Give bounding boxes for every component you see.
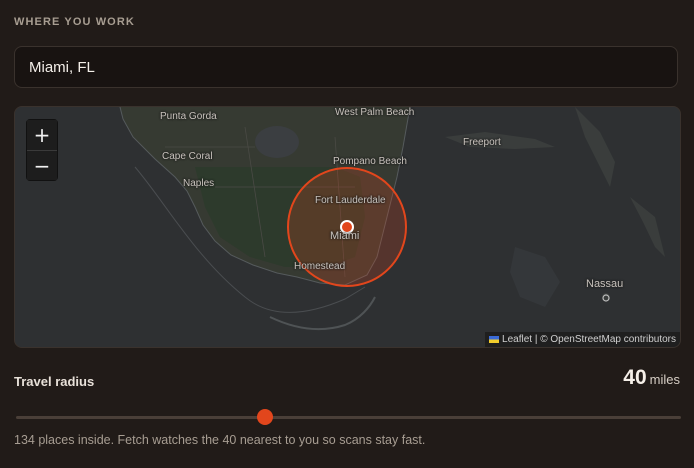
- zoom-in-button[interactable]: +: [27, 120, 57, 150]
- radius-unit: miles: [649, 372, 680, 387]
- place-label-nassau: Nassau: [586, 278, 624, 290]
- travel-radius-value: 40 miles: [623, 366, 680, 390]
- travel-radius-label: Travel radius: [14, 374, 95, 389]
- place-label-miami: Miami: [330, 230, 360, 242]
- place-label-west-palm-beach: West Palm Beach: [335, 107, 415, 118]
- travel-radius-slider[interactable]: [16, 409, 681, 427]
- location-input[interactable]: [14, 46, 678, 88]
- osm-attribution-link[interactable]: © OpenStreetMap contributors: [540, 334, 676, 345]
- slider-track[interactable]: [16, 416, 681, 419]
- lake-okeechobee: [255, 126, 299, 158]
- map[interactable]: Punta Gorda Cape Coral Naples West Palm …: [14, 106, 681, 348]
- radius-help-text: 134 places inside. Fetch watches the 40 …: [14, 433, 426, 447]
- place-label-freeport: Freeport: [463, 137, 501, 148]
- zoom-out-button[interactable]: −: [27, 150, 57, 180]
- place-label-punta-gorda: Punta Gorda: [160, 111, 217, 122]
- ukraine-flag-icon: [489, 336, 500, 343]
- place-label-cape-coral: Cape Coral: [162, 151, 213, 162]
- leaflet-link[interactable]: Leaflet: [502, 334, 532, 345]
- map-tiles: [15, 107, 680, 347]
- attribution-separator: |: [532, 334, 541, 345]
- radius-number: 40: [623, 366, 647, 389]
- map-attribution: Leaflet | © OpenStreetMap contributors: [485, 332, 680, 347]
- place-label-naples: Naples: [183, 178, 215, 189]
- place-label-fort-lauderdale: Fort Lauderdale: [315, 195, 386, 206]
- section-label-where-you-work: WHERE YOU WORK: [14, 16, 135, 28]
- slider-thumb[interactable]: [257, 409, 274, 425]
- place-label-homestead: Homestead: [294, 261, 346, 272]
- place-label-pompano-beach: Pompano Beach: [333, 156, 407, 167]
- zoom-control: + −: [26, 119, 58, 181]
